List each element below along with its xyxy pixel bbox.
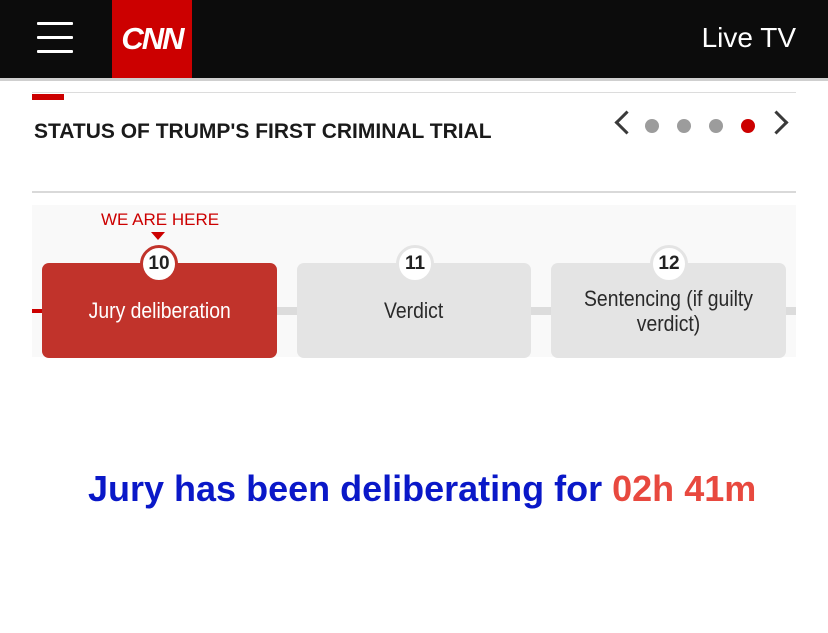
timeline-connector <box>276 307 298 315</box>
menu-line <box>37 22 73 25</box>
carousel-dot-active[interactable] <box>741 119 755 133</box>
step-label: Verdict <box>384 298 444 323</box>
hamburger-menu-icon[interactable] <box>37 22 75 54</box>
step-label: Sentencing (if guilty verdict) <box>584 285 753 336</box>
cnn-logo-text: CNN <box>121 21 184 56</box>
carousel-navigation <box>608 110 798 142</box>
live-tv-link[interactable]: Live TV <box>702 22 796 54</box>
deliberation-hours: 02h <box>612 468 675 509</box>
menu-line <box>37 36 73 39</box>
module-red-accent <box>32 94 64 100</box>
step-label: Jury deliberation <box>88 298 231 323</box>
chevron-left-icon[interactable] <box>614 110 639 135</box>
timeline-connector <box>785 307 796 315</box>
carousel-dot[interactable] <box>677 119 691 133</box>
deliberation-status: Jury has been deliberating for 02h 41m <box>88 462 788 516</box>
deliberation-minutes: 41m <box>684 468 757 509</box>
timeline-connector <box>530 307 552 315</box>
step-number-badge: 11 <box>396 245 434 283</box>
top-navigation-bar: CNN Live TV <box>0 0 828 78</box>
menu-line <box>37 50 73 53</box>
carousel-dot[interactable] <box>709 119 723 133</box>
carousel-dot[interactable] <box>645 119 659 133</box>
step-number-badge: 10 <box>140 245 178 283</box>
chevron-right-icon[interactable] <box>764 110 789 135</box>
deliberation-prefix: Jury has been deliberating for <box>88 468 603 509</box>
header-divider <box>0 78 828 81</box>
cnn-logo[interactable]: CNN <box>112 0 192 78</box>
we-are-here-label: WE ARE HERE <box>101 210 220 229</box>
current-step-pointer-icon <box>151 232 165 240</box>
module-divider <box>32 191 796 193</box>
module-title: STATUS OF TRUMP'S FIRST CRIMINAL TRIAL <box>34 120 492 143</box>
module-top-border <box>32 92 796 93</box>
step-number-badge: 12 <box>650 245 688 283</box>
